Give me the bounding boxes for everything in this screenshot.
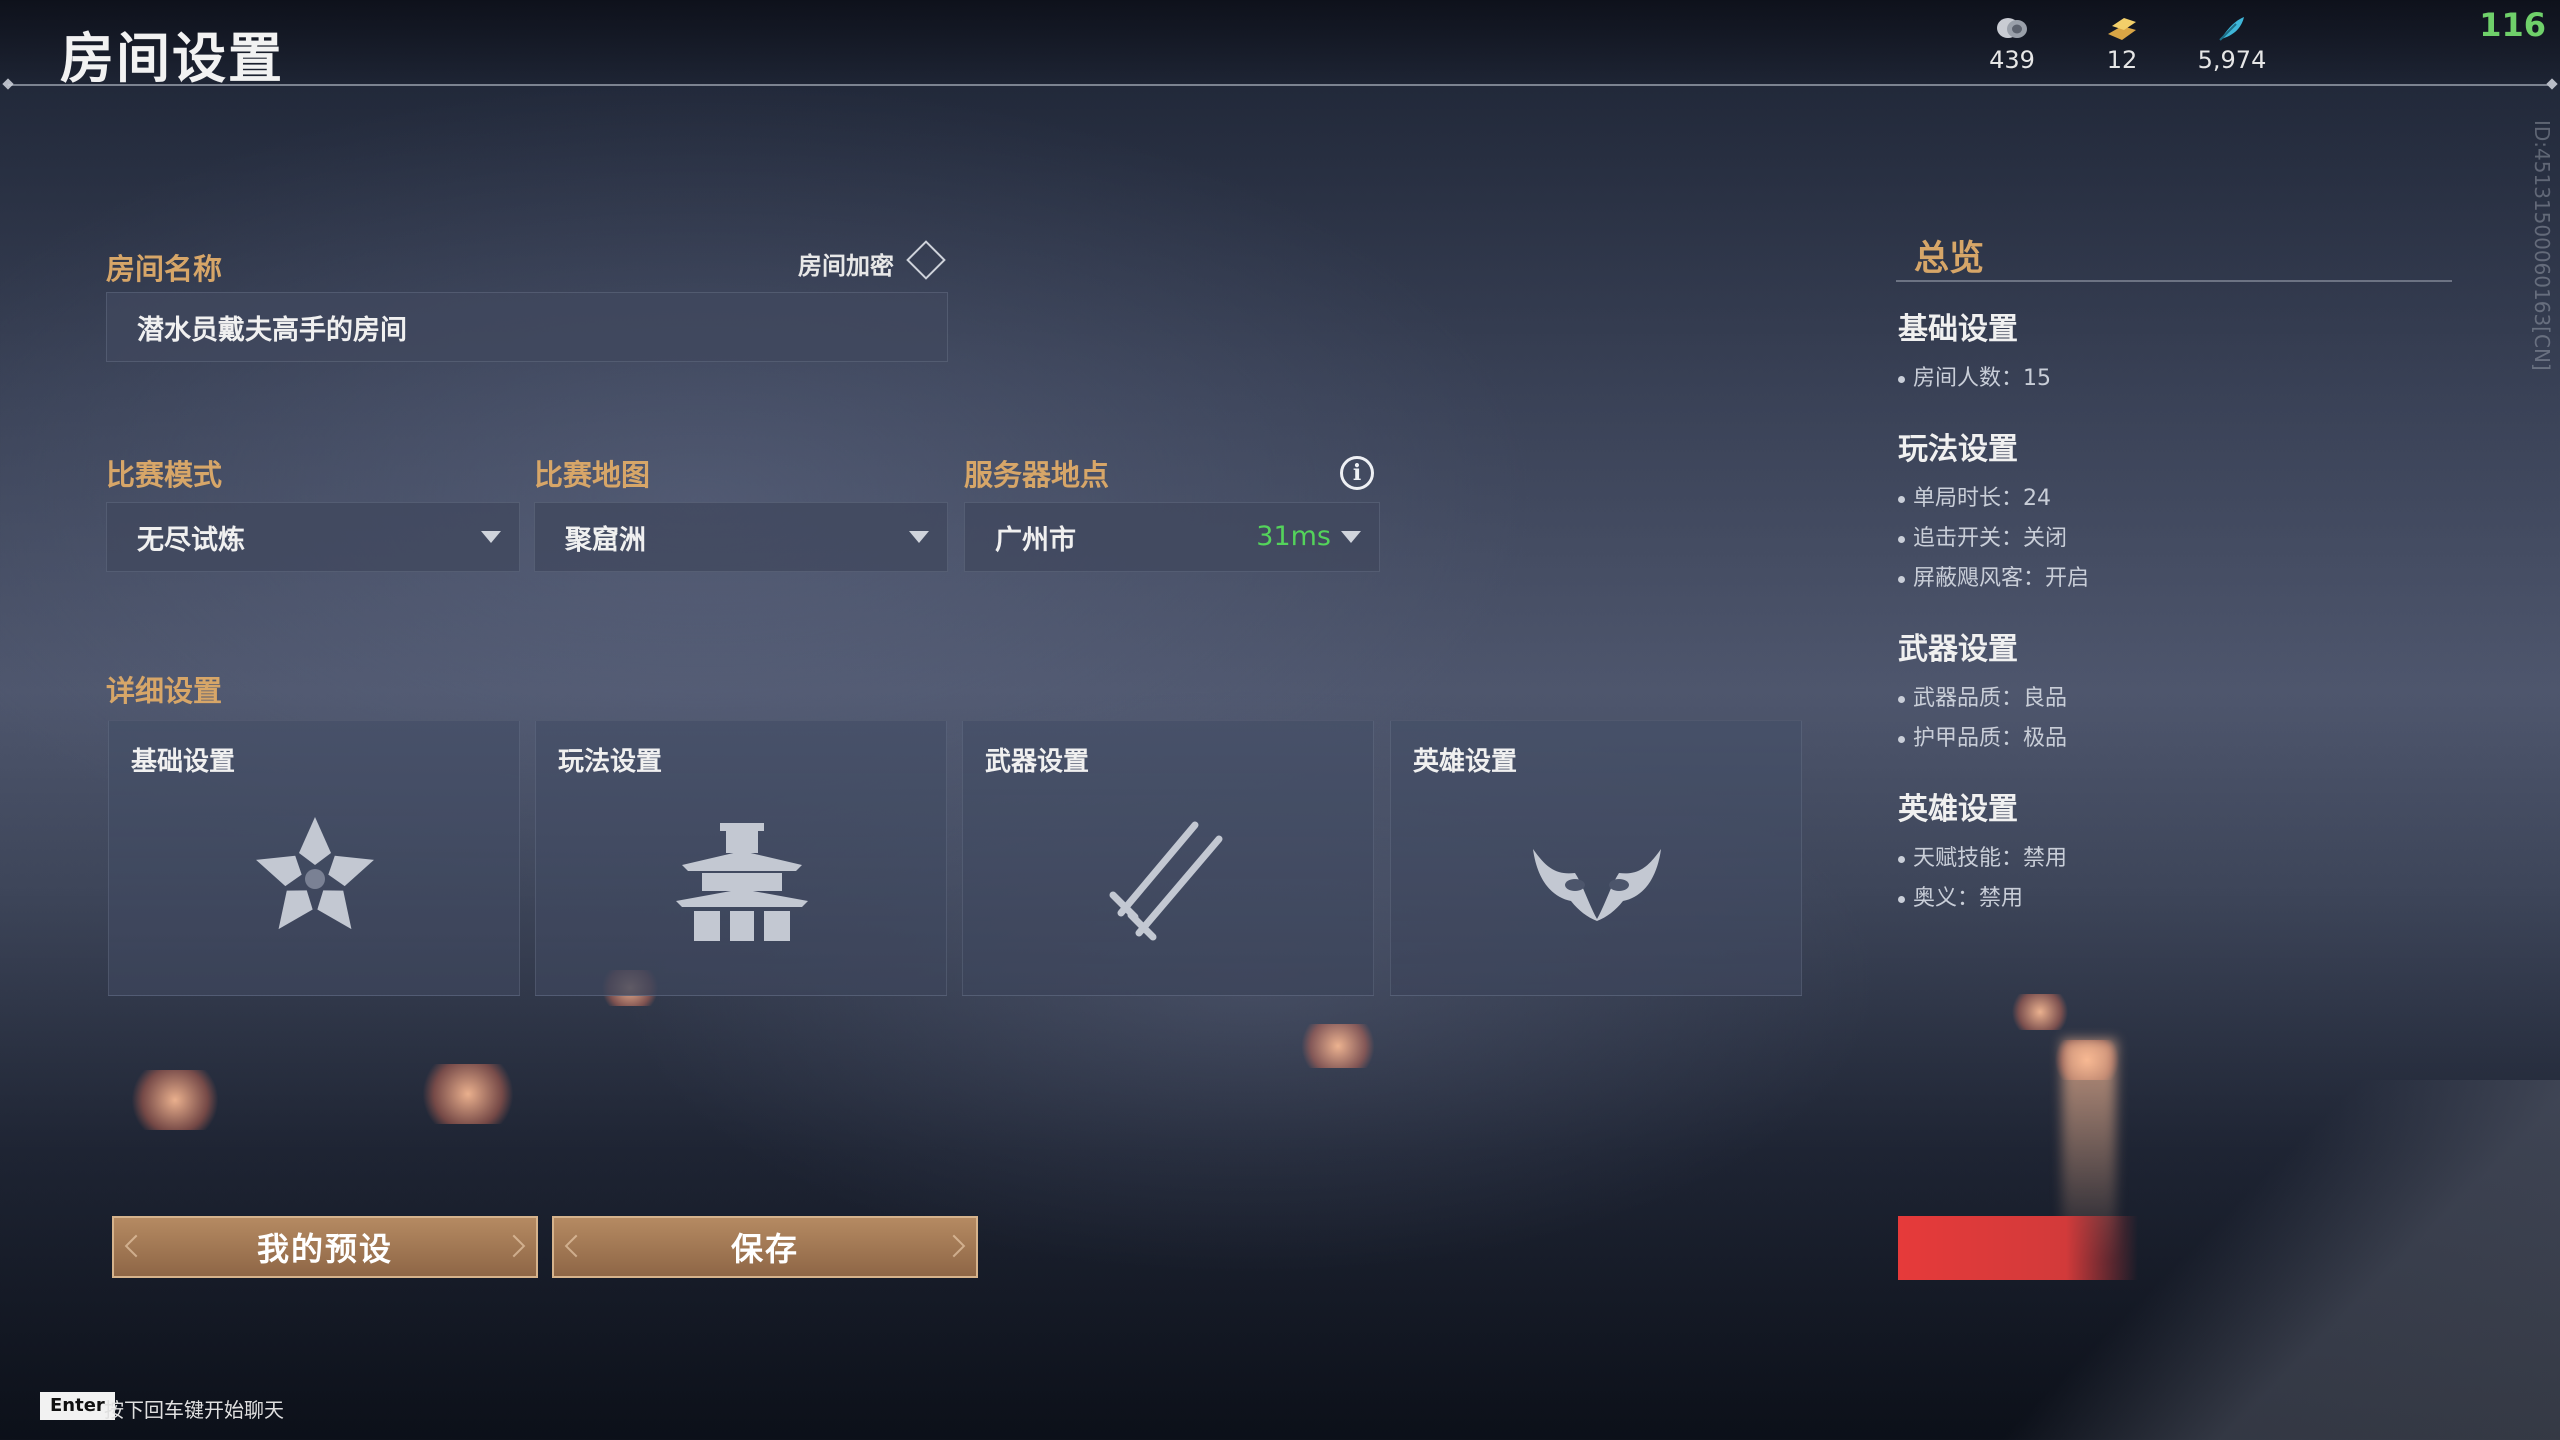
room-name-value: 潜水员戴夫高手的房间 bbox=[137, 314, 407, 346]
overview-item: 奥义：禁用 bbox=[1898, 880, 2023, 912]
overview-heading: 基础设置 bbox=[1898, 312, 2018, 347]
overview-heading: 武器设置 bbox=[1898, 632, 2018, 667]
currency-value: 12 bbox=[2106, 46, 2138, 74]
room-name-input[interactable]: 潜水员戴夫高手的房间 bbox=[106, 292, 948, 362]
match-mode-value: 无尽试炼 bbox=[137, 524, 245, 556]
server-location-dropdown[interactable]: 广州市 31ms bbox=[964, 502, 1380, 572]
my-presets-button[interactable]: 我的预设 bbox=[112, 1216, 538, 1278]
detail-settings-label: 详细设置 bbox=[106, 674, 223, 708]
coin-stack-icon bbox=[1997, 18, 2027, 38]
chevron-left-icon bbox=[124, 1234, 148, 1258]
lantern-decoration bbox=[1298, 1024, 1378, 1068]
chevron-down-icon bbox=[909, 531, 929, 543]
match-map-dropdown[interactable]: 聚窟洲 bbox=[534, 502, 948, 572]
overview-heading: 英雄设置 bbox=[1898, 792, 2018, 827]
chevron-down-icon bbox=[481, 531, 501, 543]
feather-icon bbox=[2219, 17, 2244, 41]
card-title: 玩法设置 bbox=[558, 747, 663, 777]
overview-item: 护甲品质：极品 bbox=[1898, 720, 2067, 752]
pagoda-icon bbox=[676, 823, 808, 941]
chevron-down-icon bbox=[1341, 531, 1361, 543]
currency-value: 5,974 bbox=[2197, 46, 2267, 74]
card-title: 英雄设置 bbox=[1413, 747, 1518, 777]
lantern-decoration bbox=[420, 1064, 516, 1124]
card-title: 武器设置 bbox=[985, 747, 1090, 777]
room-name-label: 房间名称 bbox=[106, 252, 223, 286]
room-id: ID:451315000601​63[CN] bbox=[2530, 120, 2554, 371]
chevron-right-icon bbox=[942, 1234, 966, 1258]
chevron-right-icon bbox=[502, 1234, 526, 1258]
overview-item: 武器品质：良品 bbox=[1898, 680, 2067, 712]
info-icon[interactable]: i bbox=[1340, 456, 1374, 490]
overview-title: 总览 bbox=[1914, 239, 1985, 279]
overview-item: 房间人数：15 bbox=[1898, 360, 2051, 392]
page-title: 房间设置 bbox=[60, 27, 284, 90]
overview-divider bbox=[1896, 280, 2452, 282]
currency-feathers: 5,974 bbox=[2182, 14, 2282, 74]
save-label: 保存 bbox=[730, 1230, 799, 1268]
ping-value: 31ms bbox=[1256, 521, 1331, 552]
overview-item: 屏蔽飓风客：开启 bbox=[1898, 560, 2089, 592]
overview-heading: 玩法设置 bbox=[1898, 432, 2018, 467]
flower-icon bbox=[256, 817, 374, 930]
match-map-value: 聚窟洲 bbox=[565, 524, 646, 556]
card-gameplay-settings[interactable]: 玩法设置 bbox=[535, 720, 947, 996]
header-divider bbox=[8, 84, 2552, 86]
card-basic-settings[interactable]: 基础设置 bbox=[108, 720, 520, 996]
room-encrypt-toggle[interactable] bbox=[906, 240, 946, 280]
overview-item: 单局时长：24 bbox=[1898, 480, 2051, 512]
save-button[interactable]: 保存 bbox=[552, 1216, 978, 1278]
lantern-decoration bbox=[2010, 994, 2070, 1030]
gold-ingot-icon bbox=[2108, 18, 2136, 40]
card-title: 基础设置 bbox=[131, 747, 236, 777]
my-presets-label: 我的预设 bbox=[256, 1230, 393, 1268]
overview-item: 天赋技能：禁用 bbox=[1898, 840, 2067, 872]
swords-icon bbox=[1109, 821, 1223, 941]
room-encrypt-label: 房间加密 bbox=[798, 252, 894, 280]
card-hero-settings[interactable]: 英雄设置 bbox=[1390, 720, 1802, 996]
card-weapon-settings[interactable]: 武器设置 bbox=[962, 720, 1374, 996]
chat-hint: 按下回车键开始聊天 bbox=[104, 1398, 284, 1422]
currency-coins: 439 bbox=[1962, 14, 2062, 74]
fps-counter: 116 bbox=[2479, 6, 2546, 44]
server-location-label: 服务器地点 bbox=[964, 458, 1110, 492]
server-location-value: 广州市 bbox=[995, 524, 1076, 556]
match-mode-label: 比赛模式 bbox=[106, 458, 223, 492]
lantern-decoration bbox=[130, 1070, 220, 1130]
start-button[interactable] bbox=[1898, 1216, 2138, 1280]
match-map-label: 比赛地图 bbox=[534, 458, 651, 492]
currency-value: 439 bbox=[1989, 46, 2035, 74]
overview-item: 追击开关：关闭 bbox=[1898, 520, 2067, 552]
chevron-left-icon bbox=[564, 1234, 588, 1258]
top-bar bbox=[0, 0, 2560, 84]
match-mode-dropdown[interactable]: 无尽试炼 bbox=[106, 502, 520, 572]
currency-ingots: 12 bbox=[2072, 14, 2172, 74]
mask-icon bbox=[1533, 849, 1661, 921]
